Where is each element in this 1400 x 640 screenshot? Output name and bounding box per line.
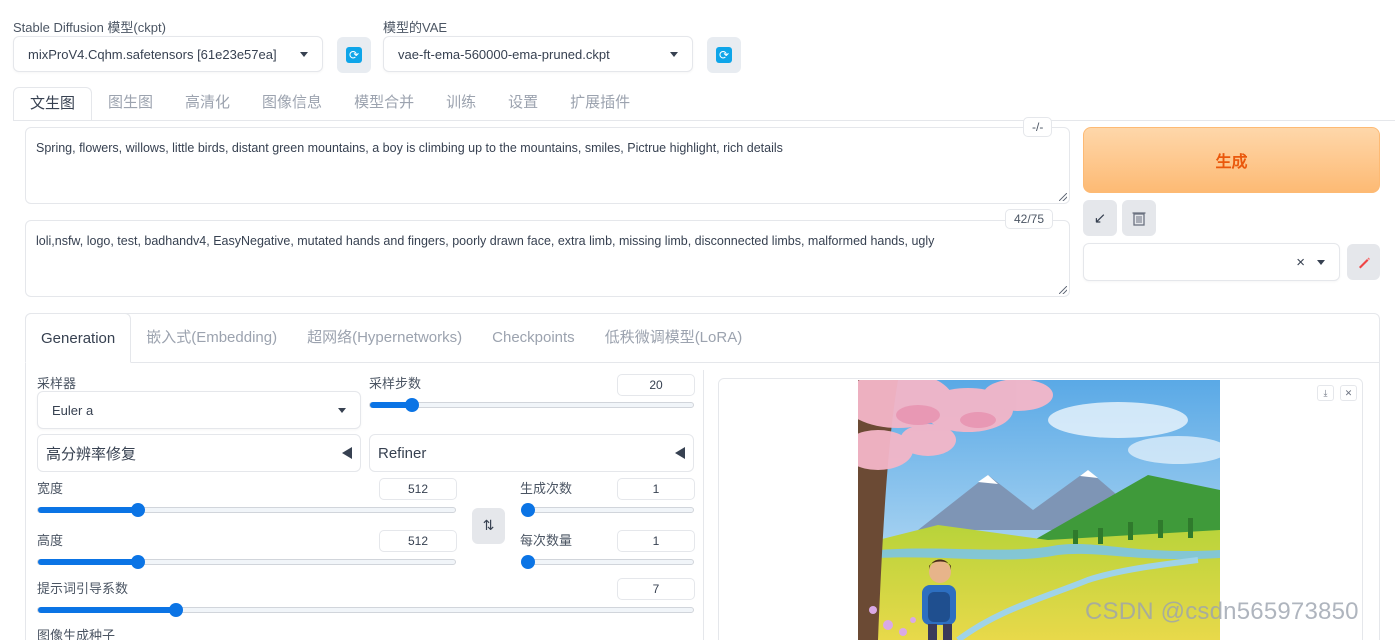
batch-count-input[interactable]: 1 — [617, 478, 695, 500]
steps-slider[interactable] — [369, 398, 694, 412]
ckpt-label: Stable Diffusion 模型(ckpt) — [13, 20, 166, 35]
pencil-icon — [1358, 257, 1370, 269]
chevron-down-icon — [338, 407, 346, 413]
sampler-value: Euler a — [52, 402, 94, 418]
chevron-down-icon — [1317, 259, 1325, 265]
width-slider[interactable] — [37, 503, 456, 517]
column-divider — [703, 370, 704, 640]
hires-fix-accordion[interactable]: 高分辨率修复 — [37, 434, 361, 472]
cfg-label: 提示词引导系数 — [37, 581, 129, 596]
close-image-button[interactable]: ✕ — [1340, 385, 1357, 401]
width-input[interactable]: 512 — [379, 478, 457, 500]
clear-icon[interactable]: × — [1296, 254, 1305, 271]
negative-token-counter: 42/75 — [1005, 209, 1054, 229]
steps-label: 采样步数 — [369, 376, 422, 391]
width-label: 宽度 — [37, 481, 64, 496]
height-slider[interactable] — [37, 555, 456, 569]
read-params-button[interactable]: ↙ — [1083, 200, 1117, 236]
resize-handle-icon[interactable] — [1059, 193, 1067, 201]
hires-fix-label: 高分辨率修复 — [46, 445, 137, 463]
close-icon: ✕ — [1344, 388, 1353, 398]
tab-extras[interactable]: 高清化 — [169, 87, 246, 121]
ckpt-refresh-button[interactable]: ⟳ — [337, 37, 371, 73]
refresh-icon: ⟳ — [346, 47, 362, 63]
chevron-down-icon — [670, 51, 678, 57]
negative-prompt-textarea[interactable]: loli,nsfw, logo, test, badhandv4, EasyNe… — [25, 220, 1070, 297]
cfg-slider[interactable] — [37, 603, 694, 617]
tab-img2img[interactable]: 图生图 — [92, 87, 169, 121]
tab-txt2img[interactable]: 文生图 — [13, 87, 93, 121]
batch-count-label: 生成次数 — [520, 481, 573, 496]
tab-generation[interactable]: Generation — [25, 313, 132, 363]
height-input[interactable]: 512 — [379, 530, 457, 552]
tab-hypernetworks[interactable]: 超网络(Hypernetworks) — [292, 313, 477, 363]
tab-png-info[interactable]: 图像信息 — [246, 87, 338, 121]
negative-prompt-text: loli,nsfw, logo, test, badhandv4, EasyNe… — [36, 234, 935, 248]
vae-value: vae-ft-ema-560000-ema-pruned.ckpt — [398, 46, 610, 62]
ckpt-value: mixProV4.Cqhm.safetensors [61e23e57ea] — [28, 46, 277, 62]
tab-lora[interactable]: 低秩微调模型(LoRA) — [590, 313, 758, 363]
batch-count-slider[interactable] — [521, 503, 694, 517]
sampler-select[interactable]: Euler a — [37, 391, 361, 429]
tab-train[interactable]: 训练 — [430, 87, 492, 121]
refiner-accordion[interactable]: Refiner — [369, 434, 694, 472]
sampler-label: 采样器 — [37, 376, 77, 391]
main-tabs: 文生图 图生图 高清化 图像信息 模型合并 训练 设置 扩展插件 — [13, 87, 646, 121]
watermark-text: CSDN @csdn565973850 — [1085, 598, 1359, 625]
collapse-left-icon — [342, 447, 352, 459]
arrow-down-left-icon: ↙ — [1093, 209, 1107, 227]
swap-icon: ⇅ — [482, 518, 495, 534]
batch-size-input[interactable]: 1 — [617, 530, 695, 552]
prompt-text: Spring, flowers, willows, little birds, … — [36, 141, 783, 155]
tab-merge[interactable]: 模型合并 — [338, 87, 430, 121]
ckpt-select[interactable]: mixProV4.Cqhm.safetensors [61e23e57ea] — [13, 36, 323, 72]
refiner-label: Refiner — [378, 444, 427, 462]
vae-refresh-button[interactable]: ⟳ — [707, 37, 741, 73]
resize-handle-icon[interactable] — [1059, 286, 1067, 294]
tab-embedding[interactable]: 嵌入式(Embedding) — [131, 313, 292, 363]
sub-tabs: Generation 嵌入式(Embedding) 超网络(Hypernetwo… — [25, 313, 757, 363]
edit-styles-button[interactable] — [1347, 244, 1380, 280]
trash-icon — [1132, 212, 1146, 226]
swap-dimensions-button[interactable]: ⇅ — [472, 508, 505, 544]
tab-settings[interactable]: 设置 — [492, 87, 554, 121]
cfg-input[interactable]: 7 — [617, 578, 695, 600]
tabs-divider — [13, 120, 1395, 121]
clear-prompt-button[interactable] — [1122, 200, 1156, 236]
tab-extensions[interactable]: 扩展插件 — [554, 87, 646, 121]
download-button[interactable]: ⤓ — [1317, 385, 1334, 401]
vae-label: 模型的VAE — [383, 20, 448, 35]
prompt-token-counter: -/- — [1023, 117, 1053, 137]
prompt-textarea[interactable]: Spring, flowers, willows, little birds, … — [25, 127, 1070, 204]
height-label: 高度 — [37, 533, 64, 548]
generate-button[interactable]: 生成 — [1083, 127, 1380, 193]
refresh-icon: ⟳ — [716, 47, 732, 63]
steps-input[interactable]: 20 — [617, 374, 695, 396]
batch-size-slider[interactable] — [521, 555, 694, 569]
collapse-left-icon — [675, 447, 685, 459]
styles-select[interactable]: × — [1083, 243, 1340, 281]
batch-size-label: 每次数量 — [520, 533, 573, 548]
vae-select[interactable]: vae-ft-ema-560000-ema-pruned.ckpt — [383, 36, 693, 72]
chevron-down-icon — [300, 51, 308, 57]
download-icon: ⤓ — [1323, 388, 1328, 398]
seed-label: 图像生成种子 — [37, 628, 116, 640]
tab-checkpoints[interactable]: Checkpoints — [477, 313, 590, 363]
